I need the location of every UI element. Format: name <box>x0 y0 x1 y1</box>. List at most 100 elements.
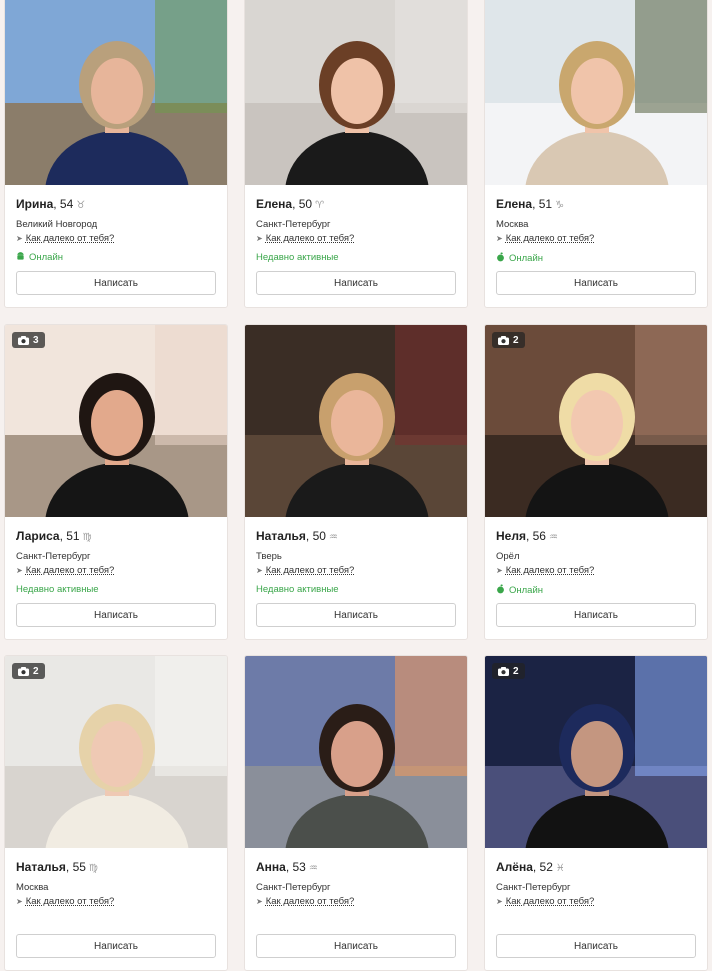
write-message-button[interactable]: Написать <box>16 603 216 627</box>
location-arrow-icon: ➤ <box>256 234 263 243</box>
profile-card[interactable]: Анна, 53 ♒ Санкт-Петербург ➤ Как далеко о… <box>244 655 468 971</box>
profile-photo[interactable] <box>245 325 467 517</box>
status-text: Недавно активные <box>256 252 339 263</box>
profile-card[interactable]: 2 Наталья, 55 ♍ Москва ➤ Как далеко от те… <box>4 655 228 971</box>
profile-card[interactable]: Елена, 50 ♈ Санкт-Петербург ➤ Как далеко … <box>244 0 468 308</box>
write-message-button[interactable]: Написать <box>16 271 216 295</box>
write-message-button[interactable]: Написать <box>256 934 456 958</box>
profile-name[interactable]: Наталья <box>256 529 306 543</box>
status-text: Онлайн <box>509 584 544 596</box>
profile-city: Тверь <box>256 551 282 562</box>
android-icon <box>16 252 25 264</box>
profile-name[interactable]: Елена <box>256 197 292 211</box>
profile-city: Орёл <box>496 551 520 562</box>
profile-photo[interactable] <box>485 0 707 185</box>
distance-link[interactable]: Как далеко от тебя? <box>506 896 595 908</box>
distance-link[interactable]: Как далеко от тебя? <box>266 565 355 577</box>
write-message-button[interactable]: Написать <box>256 271 456 295</box>
location-arrow-icon: ➤ <box>16 566 23 575</box>
zodiac-icon: ♈ <box>315 200 325 211</box>
name-age-line: Елена, 50 ♈ <box>256 197 460 211</box>
distance-row: ➤ Как далеко от тебя? <box>16 896 220 908</box>
profile-name[interactable]: Неля <box>496 529 526 543</box>
write-message-button[interactable]: Написать <box>496 271 696 295</box>
profile-name[interactable]: Лариса <box>16 529 60 543</box>
location-arrow-icon: ➤ <box>16 234 23 243</box>
distance-row: ➤ Как далеко от тебя? <box>496 896 700 908</box>
profile-photo[interactable] <box>245 656 467 848</box>
profile-city: Великий Новгород <box>16 219 98 230</box>
profile-age: , 56 <box>525 529 546 543</box>
profile-card[interactable]: 3 Лариса, 51 ♍ Санкт-Петербург ➤ Как дале… <box>4 324 228 640</box>
distance-link[interactable]: Как далеко от тебя? <box>506 233 595 245</box>
profile-city: Санкт-Петербург <box>496 882 571 893</box>
write-message-button[interactable]: Написать <box>496 934 696 958</box>
write-message-button[interactable]: Написать <box>496 603 696 627</box>
profile-name[interactable]: Елена <box>496 197 532 211</box>
status-text: Недавно активные <box>16 584 99 595</box>
profile-card[interactable]: Ирина, 54 ♉ Великий Новгород ➤ Как далеко… <box>4 0 228 308</box>
profile-photo[interactable]: 2 <box>485 656 707 848</box>
distance-row: ➤ Как далеко от тебя? <box>16 233 220 245</box>
name-age-line: Неля, 56 ♒ <box>496 529 700 543</box>
name-age-line: Елена, 51 ♑ <box>496 197 700 211</box>
profile-age: , 53 <box>285 860 306 874</box>
location-arrow-icon: ➤ <box>496 897 503 906</box>
distance-link[interactable]: Как далеко от тебя? <box>266 896 355 908</box>
zodiac-icon: ♍ <box>82 532 92 543</box>
write-message-button[interactable]: Написать <box>256 603 456 627</box>
distance-link[interactable]: Как далеко от тебя? <box>26 896 115 908</box>
profile-city: Санкт-Петербург <box>256 882 331 893</box>
photo-count-badge: 2 <box>492 663 525 679</box>
profile-age: , 52 <box>532 860 553 874</box>
zodiac-icon: ♒ <box>328 532 338 543</box>
profile-name[interactable]: Алёна <box>496 860 533 874</box>
profile-name[interactable]: Ирина <box>16 197 53 211</box>
profile-card[interactable]: 2 Неля, 56 ♒ Орёл ➤ Как далеко от тебя? О… <box>484 324 708 640</box>
status-indicator: Недавно активные <box>256 252 460 264</box>
profile-age: , 54 <box>53 197 74 211</box>
profile-photo[interactable]: 2 <box>485 325 707 517</box>
status-indicator: Недавно активные <box>16 584 220 596</box>
distance-link[interactable]: Как далеко от тебя? <box>26 233 115 245</box>
status-indicator: Онлайн <box>16 252 220 264</box>
profile-age: , 51 <box>532 197 553 211</box>
profile-photo[interactable]: 2 <box>5 656 227 848</box>
status-text: Недавно активные <box>256 584 339 595</box>
status-text: Онлайн <box>29 252 64 263</box>
name-age-line: Наталья, 55 ♍ <box>16 860 220 874</box>
zodiac-icon: ♓ <box>555 863 565 874</box>
profile-name[interactable]: Анна <box>256 860 286 874</box>
zodiac-icon: ♒ <box>548 532 558 543</box>
profile-age: , 50 <box>292 197 313 211</box>
status-indicator: Недавно активные <box>256 584 460 596</box>
distance-row: ➤ Как далеко от тебя? <box>16 565 220 577</box>
profile-card[interactable]: 2 Алёна, 52 ♓ Санкт-Петербург ➤ Как далек… <box>484 655 708 971</box>
photo-count: 2 <box>513 334 519 346</box>
photo-count-badge: 3 <box>12 332 45 348</box>
distance-link[interactable]: Как далеко от тебя? <box>266 233 355 245</box>
name-age-line: Наталья, 50 ♒ <box>256 529 460 543</box>
name-age-line: Анна, 53 ♒ <box>256 860 460 874</box>
profile-city: Москва <box>16 882 49 893</box>
profile-photo[interactable]: 3 <box>5 325 227 517</box>
distance-link[interactable]: Как далеко от тебя? <box>26 565 115 577</box>
distance-link[interactable]: Как далеко от тебя? <box>506 565 595 577</box>
profile-age: , 55 <box>65 860 86 874</box>
profile-city: Москва <box>496 219 529 230</box>
profile-photo[interactable] <box>245 0 467 185</box>
status-indicator: Онлайн <box>496 252 700 265</box>
profile-name[interactable]: Наталья <box>16 860 66 874</box>
camera-icon <box>498 335 509 345</box>
write-message-button[interactable]: Написать <box>16 934 216 958</box>
profile-age: , 51 <box>59 529 80 543</box>
status-indicator: Онлайн <box>496 584 700 597</box>
profile-card[interactable]: Елена, 51 ♑ Москва ➤ Как далеко от тебя? … <box>484 0 708 308</box>
zodiac-icon: ♍ <box>88 863 98 874</box>
distance-row: ➤ Как далеко от тебя? <box>256 565 460 577</box>
profile-photo[interactable] <box>5 0 227 185</box>
apple-icon <box>496 584 505 597</box>
name-age-line: Лариса, 51 ♍ <box>16 529 220 543</box>
profile-card[interactable]: Наталья, 50 ♒ Тверь ➤ Как далеко от тебя?… <box>244 324 468 640</box>
zodiac-icon: ♒ <box>308 863 318 874</box>
